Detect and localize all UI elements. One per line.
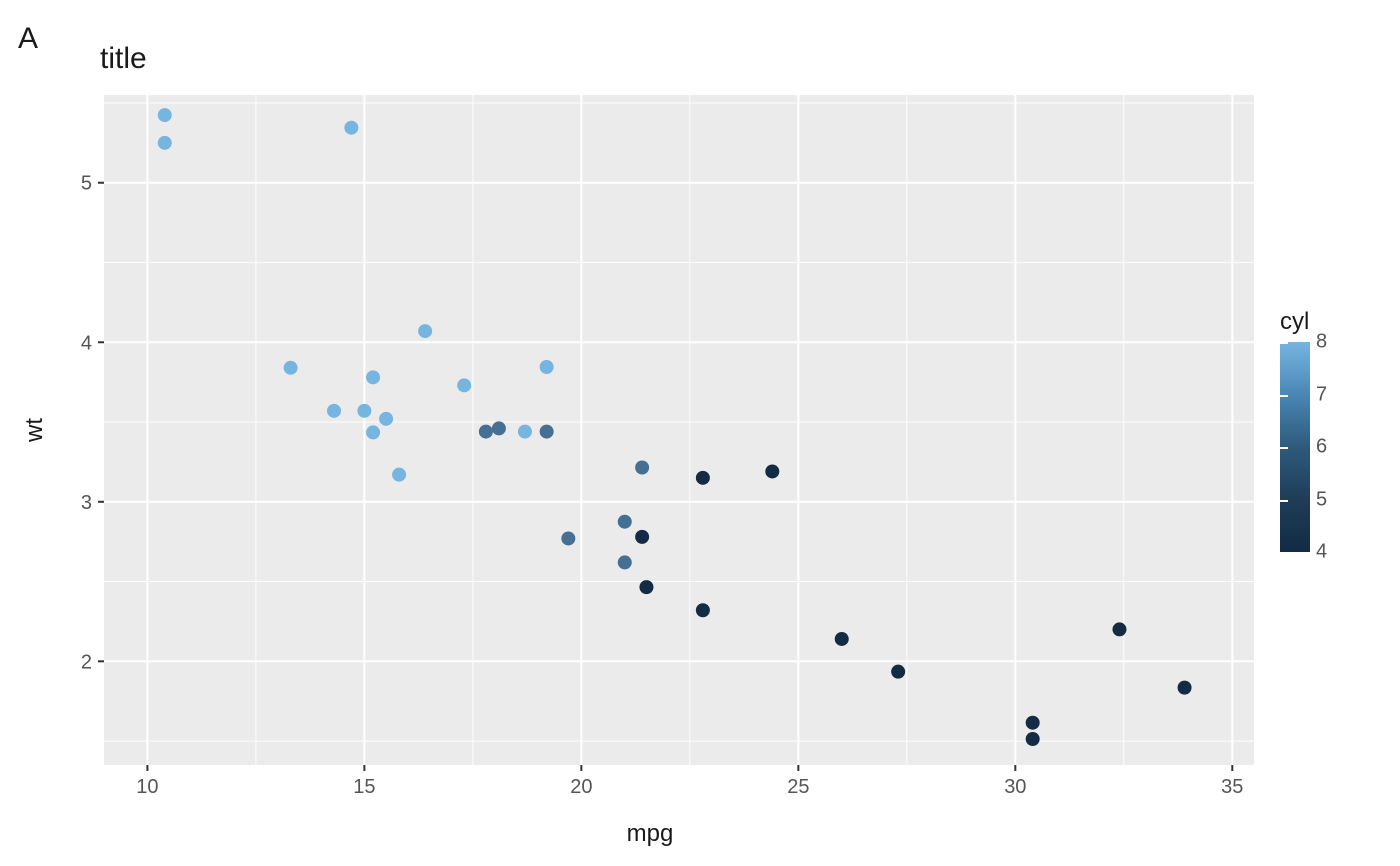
legend-tick-mark (1280, 552, 1288, 554)
data-point (635, 460, 649, 474)
legend-tick-label: 5 (1316, 488, 1327, 511)
data-point (357, 404, 371, 418)
data-point (158, 108, 172, 122)
data-point (1026, 732, 1040, 746)
y-tick-label: 4 (81, 332, 92, 354)
data-point (418, 324, 432, 338)
data-point (765, 464, 779, 478)
legend-title: cyl (1280, 308, 1390, 336)
data-point (618, 555, 632, 569)
data-point (518, 425, 532, 439)
data-point (158, 136, 172, 150)
data-point (835, 632, 849, 646)
data-point (344, 121, 358, 135)
data-point (696, 471, 710, 485)
data-point (366, 370, 380, 384)
y-tick-label: 5 (81, 173, 92, 195)
x-tick-label: 25 (787, 776, 809, 798)
data-point (891, 665, 905, 679)
data-point (1026, 716, 1040, 730)
data-point (635, 530, 649, 544)
figure: A title 1015202530352345 mpg wt cyl 4567… (0, 0, 1400, 866)
legend-tick-label: 4 (1316, 541, 1327, 564)
panel-tag: A (18, 22, 38, 56)
legend-tick-label: 8 (1316, 331, 1327, 354)
x-tick-label: 30 (1004, 776, 1026, 798)
data-point (327, 404, 341, 418)
grid-minor (104, 95, 1254, 765)
data-point (392, 468, 406, 482)
legend-tick-mark (1280, 447, 1288, 449)
data-point (284, 361, 298, 375)
plot-svg: 1015202530352345 (104, 95, 1254, 765)
legend-tick-mark (1280, 395, 1288, 397)
data-point (492, 421, 506, 435)
legend-tick-label: 6 (1316, 436, 1327, 459)
y-ticks: 2 3 4 5 (81, 173, 104, 674)
data-point (457, 378, 471, 392)
points (158, 108, 1192, 746)
legend-tick-label: 7 (1316, 383, 1327, 406)
data-point (1112, 622, 1126, 636)
data-point (561, 531, 575, 545)
y-tick-label: 2 (81, 651, 92, 673)
x-axis-title: mpg (627, 820, 674, 848)
plot-title: title (100, 42, 147, 76)
y-tick-label: 3 (81, 492, 92, 514)
data-point (696, 603, 710, 617)
data-point (379, 412, 393, 426)
data-point (540, 360, 554, 374)
data-point (366, 425, 380, 439)
data-point (1178, 681, 1192, 695)
data-point (479, 425, 493, 439)
x-tick-label: 10 (136, 776, 158, 798)
color-legend: cyl 45678 (1280, 308, 1390, 552)
legend-ticks: 45678 (1316, 342, 1356, 552)
grid-major (104, 95, 1254, 765)
data-point (639, 580, 653, 594)
x-ticks: 10 15 20 25 30 35 (136, 765, 1243, 798)
data-point (618, 515, 632, 529)
legend-tick-mark (1280, 500, 1288, 502)
x-tick-label: 35 (1221, 776, 1243, 798)
legend-tick-mark (1280, 342, 1288, 344)
plot-panel: 1015202530352345 (104, 95, 1254, 765)
data-point (540, 425, 554, 439)
x-tick-label: 15 (353, 776, 375, 798)
y-axis-title: wt (21, 418, 49, 442)
x-tick-label: 20 (570, 776, 592, 798)
